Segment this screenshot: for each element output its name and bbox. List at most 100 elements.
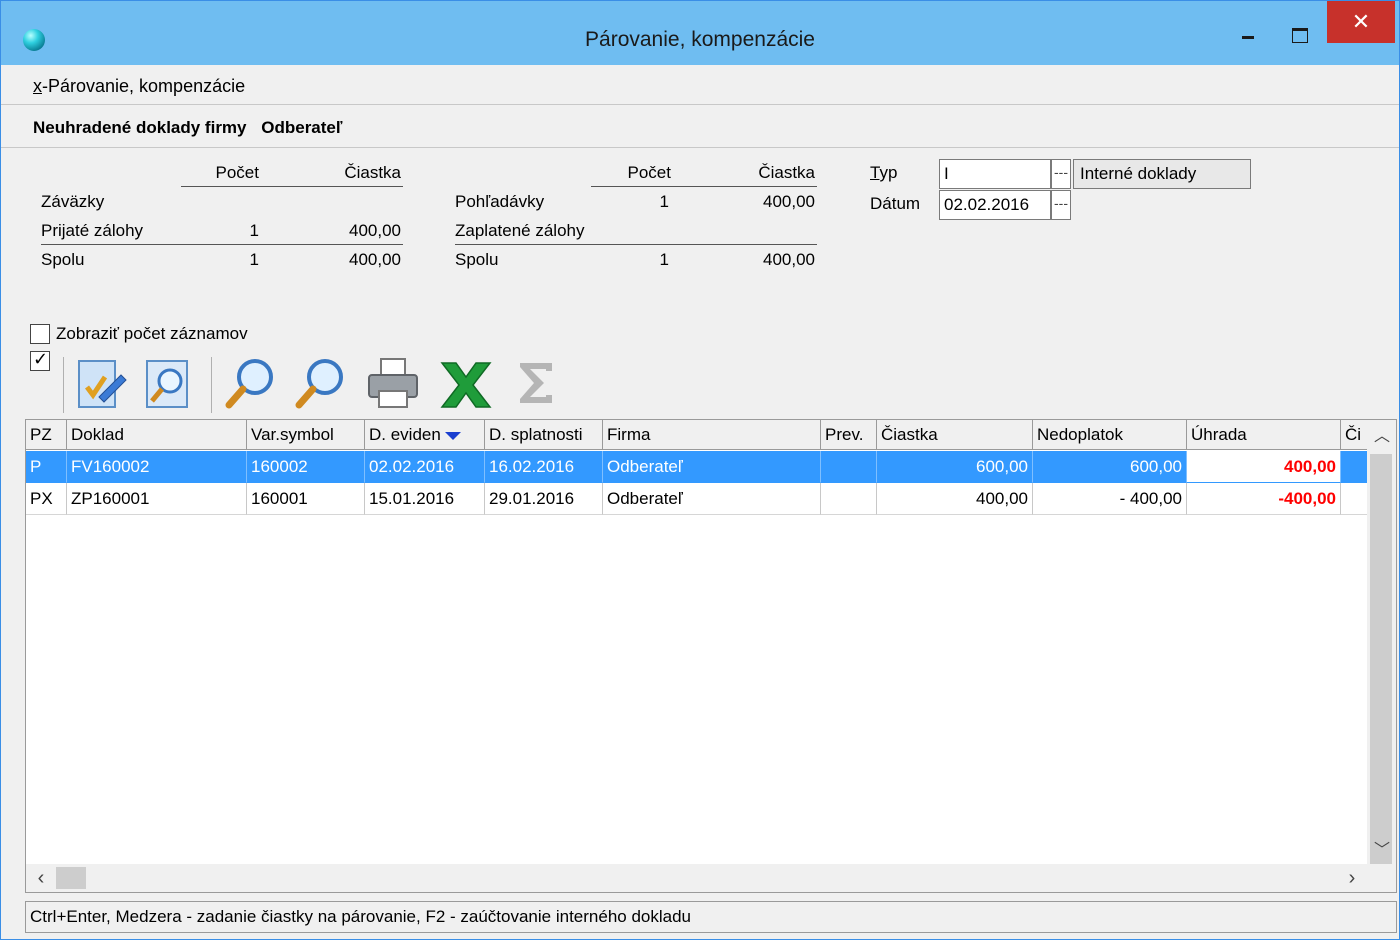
maximize-button[interactable]	[1275, 1, 1325, 43]
cell-firma: Odberateľ	[603, 483, 821, 515]
title-bar[interactable]: Párovanie, kompenzácie ✕	[1, 1, 1399, 65]
document-magnifier-icon	[146, 360, 188, 408]
horizontal-scrollbar[interactable]	[26, 864, 1396, 892]
menu-label: -Párovanie, kompenzácie	[42, 76, 246, 96]
column-header-var-symbol[interactable]: Var.symbol	[247, 420, 365, 450]
edit-document-icon	[78, 360, 127, 408]
summary-right-row-count: 1	[659, 192, 669, 211]
toolbar-separator	[211, 357, 212, 413]
scroll-down-icon[interactable]: ﹀	[1367, 836, 1396, 866]
cell-d-splatnosti: 29.01.2016	[485, 483, 603, 515]
documents-grid[interactable]: PZ Doklad Var.symbol D. eviden D. splatn…	[25, 419, 1397, 893]
summary-left-row-count: 1	[249, 221, 259, 240]
scroll-left-icon[interactable]: ‹	[26, 864, 56, 892]
close-button[interactable]: ✕	[1327, 1, 1395, 43]
datum-picker-button[interactable]: ---	[1051, 190, 1071, 220]
column-header-ci[interactable]: Či	[1341, 420, 1367, 450]
sum-button[interactable]	[506, 353, 566, 413]
menu-parovanie[interactable]: x-Párovanie, kompenzácie	[33, 76, 245, 97]
page-heading: Neuhradené doklady firmy Odberateľ	[33, 118, 352, 138]
summary-left-header-line	[181, 186, 403, 187]
summary-left-total-line	[41, 244, 403, 245]
cell-uhrada[interactable]: -400,00	[1187, 483, 1341, 515]
search-icon	[225, 359, 273, 409]
window-title: Párovanie, kompenzácie	[585, 28, 815, 51]
cell-ciastka: 400,00	[877, 483, 1033, 515]
column-header-ciastka[interactable]: Čiastka	[877, 420, 1033, 450]
toolbar-separator	[63, 357, 64, 413]
summary-right-row-label: Pohľadávky	[455, 192, 545, 211]
menu-accelerator: x	[33, 76, 42, 96]
select-all-checkbox[interactable]	[30, 349, 50, 371]
column-header-d-splatnosti[interactable]: D. splatnosti	[485, 420, 603, 450]
table-row[interactable]: PX ZP160001 160001 15.01.2016 29.01.2016…	[26, 483, 1367, 515]
summary-right-header-line	[591, 186, 817, 187]
search-next-button[interactable]	[291, 353, 351, 413]
printer-icon	[368, 358, 418, 408]
cell-d-eviden: 02.02.2016	[365, 451, 485, 483]
datum-label: Dátum	[870, 194, 921, 213]
cell-prev	[821, 451, 877, 483]
scroll-up-icon[interactable]: ︿	[1367, 422, 1396, 452]
datum-input[interactable]: 02.02.2016	[939, 190, 1051, 220]
summary-right-total-label: Spolu	[455, 250, 499, 269]
heading-firm: Odberateľ	[261, 118, 343, 137]
column-header-d-eviden[interactable]: D. eviden	[365, 420, 485, 450]
typ-label-rest: yp	[879, 163, 898, 182]
sort-descending-icon	[444, 431, 461, 440]
summary-left-row-label: Prijaté zálohy	[41, 221, 144, 240]
summary-left-row-amount: 400,00	[349, 221, 401, 240]
summary-right-row-amount: 400,00	[763, 192, 815, 211]
cell-var-symbol: 160001	[247, 483, 365, 515]
cell-ciastka: 600,00	[877, 451, 1033, 483]
scroll-right-icon[interactable]: ›	[1337, 864, 1367, 892]
cell-pz: PX	[26, 483, 67, 515]
close-icon: ✕	[1351, 9, 1371, 34]
cell-ci	[1341, 451, 1367, 483]
sigma-icon	[520, 363, 552, 403]
preview-document-button[interactable]	[139, 353, 199, 413]
horizontal-scroll-thumb[interactable]	[56, 867, 86, 889]
cell-doklad: ZP160001	[67, 483, 247, 515]
summary-left-amount-header: Čiastka	[344, 163, 401, 182]
header-divider	[1, 147, 1399, 148]
column-header-pz[interactable]: PZ	[26, 420, 67, 450]
cell-nedoplatok: 600,00	[1033, 451, 1187, 483]
show-count-label: Zobraziť počet záznamov	[56, 324, 248, 343]
column-header-firma[interactable]: Firma	[603, 420, 821, 450]
summary-left-total-count: 1	[249, 250, 259, 269]
cell-firma: Odberateľ	[603, 451, 821, 483]
typ-lookup-button[interactable]: ---	[1051, 159, 1071, 189]
show-count-checkbox[interactable]	[30, 324, 50, 344]
search-next-icon	[295, 359, 343, 409]
cell-nedoplatok: - 400,00	[1033, 483, 1187, 515]
export-excel-button[interactable]	[436, 353, 496, 413]
status-bar: Ctrl+Enter, Medzera - zadanie čiastky na…	[25, 901, 1397, 933]
minimize-button[interactable]	[1223, 1, 1273, 43]
summary-left-count-header: Počet	[215, 163, 259, 182]
cell-d-eviden: 15.01.2016	[365, 483, 485, 515]
grid-header: PZ Doklad Var.symbol D. eviden D. splatn…	[26, 420, 1367, 450]
edit-document-button[interactable]	[69, 353, 129, 413]
search-button[interactable]	[221, 353, 281, 413]
menu-bar: x-Párovanie, kompenzácie	[1, 65, 1399, 105]
column-header-prev[interactable]: Prev.	[821, 420, 877, 450]
heading-label: Neuhradené doklady firmy	[33, 118, 247, 137]
print-button[interactable]	[363, 353, 423, 413]
column-header-uhrada[interactable]: Úhrada	[1187, 420, 1341, 450]
summary-left-total-label: Spolu	[41, 250, 85, 269]
summary-right-total-line	[455, 244, 817, 245]
app-window: Párovanie, kompenzácie ✕ x-Párovanie, ko…	[0, 0, 1400, 940]
column-header-nedoplatok[interactable]: Nedoplatok	[1033, 420, 1187, 450]
vertical-scroll-thumb[interactable]	[1370, 454, 1392, 864]
summary-right-total-count: 1	[659, 250, 669, 269]
cell-uhrada[interactable]: 400,00	[1187, 451, 1341, 483]
column-header-doklad[interactable]: Doklad	[67, 420, 247, 450]
summary-right-row-label: Zaplatené zálohy	[455, 221, 585, 240]
cell-d-splatnosti: 16.02.2016	[485, 451, 603, 483]
table-row[interactable]: P FV160002 160002 02.02.2016 16.02.2016 …	[26, 451, 1367, 483]
cell-prev	[821, 483, 877, 515]
cell-doklad: FV160002	[67, 451, 247, 483]
typ-input[interactable]: I	[939, 159, 1051, 189]
cell-var-symbol: 160002	[247, 451, 365, 483]
